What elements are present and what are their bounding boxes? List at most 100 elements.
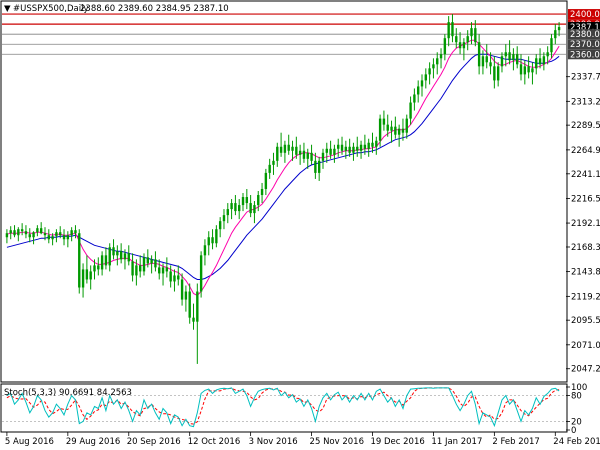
candle-body-94 [363, 144, 367, 149]
candle-body-6 [28, 234, 31, 238]
candle-body-53 [207, 237, 210, 246]
candle-body-98 [378, 118, 382, 141]
candle-body-93 [359, 144, 363, 151]
candle-body-79 [306, 152, 309, 159]
level-label-3: 2380.00 [570, 30, 600, 40]
candle-body-59 [230, 203, 233, 210]
time-tick-label-2: 20 Sep 2016 [127, 437, 181, 447]
candle-body-23 [93, 265, 96, 272]
candle-body-39 [154, 259, 157, 268]
price-tick-label-7: 2289.50 [571, 121, 600, 131]
candle-body-2 [13, 230, 16, 236]
price-tick-label-17: 2047.20 [571, 365, 600, 375]
candle-body-97 [375, 140, 378, 147]
candle-body-105 [405, 118, 408, 133]
candle-body-78 [302, 150, 306, 159]
candle-body-72 [279, 146, 283, 153]
candle-body-106 [409, 102, 412, 119]
time-tick-label-3: 12 Oct 2016 [188, 437, 241, 447]
time-axis: 5 Aug 2016 29 Aug 2016 20 Sep 2016 12 Oct 2… [5, 432, 600, 447]
candle-body-142 [546, 52, 549, 57]
candle-body-18 [74, 230, 77, 234]
price-tick-label-9: 2241.10 [571, 170, 600, 180]
stoch-label: Stoch(5,3,3) 90.6691 84.2563 [4, 388, 132, 398]
time-tick-label-6: 19 Dec 2016 [370, 437, 424, 447]
candle-body-34 [135, 265, 138, 276]
price-tick-label-12: 2168.30 [571, 243, 600, 253]
candle-body-138 [531, 68, 534, 73]
candle-body-123 [474, 28, 477, 43]
candle-body-16 [66, 235, 70, 240]
candle-body-131 [504, 52, 507, 57]
candle-body-77 [298, 150, 302, 155]
candle-body-103 [397, 128, 401, 135]
candle-body-25 [100, 255, 104, 270]
candle-body-104 [401, 128, 405, 133]
candle-body-96 [371, 142, 374, 147]
candle-body-60 [234, 203, 237, 212]
candle-body-49 [192, 317, 195, 322]
candle-body-64 [249, 203, 252, 214]
candle-body-139 [535, 58, 538, 69]
price-axis: 2400.002390.002387.102380.002370.002360.… [566, 9, 600, 375]
candle-body-11 [47, 235, 50, 240]
candle-body-133 [512, 54, 515, 61]
candle-body-29 [116, 251, 119, 256]
candle-body-67 [260, 188, 264, 196]
candle-body-130 [500, 56, 504, 67]
candle-body-115 [443, 38, 447, 55]
price-tick-label-5: 2337.70 [571, 73, 600, 83]
candle-body-47 [184, 291, 188, 300]
candle-body-84 [325, 148, 328, 153]
candle-body-112 [432, 64, 435, 69]
candle-body-73 [283, 144, 287, 153]
candle-body-83 [321, 152, 325, 161]
candle-body-132 [508, 52, 511, 61]
candle-body-30 [119, 251, 123, 260]
candle-body-35 [138, 265, 142, 272]
candle-body-95 [367, 142, 370, 149]
candle-body-127 [489, 62, 492, 67]
candle-body-27 [108, 247, 111, 266]
candle-body-87 [337, 144, 340, 149]
candle-body-117 [451, 22, 454, 37]
candle-body-31 [123, 253, 127, 260]
candle-body-70 [272, 160, 275, 165]
level-label-5: 2360.00 [570, 50, 600, 60]
price-tick-label-13: 2143.80 [571, 268, 600, 278]
candle-body-21 [85, 269, 89, 280]
candle-body-50 [196, 291, 199, 322]
candle-body-100 [386, 124, 389, 131]
candle-body-144 [554, 30, 557, 39]
candle-body-128 [493, 66, 496, 81]
candle-body-99 [382, 118, 386, 125]
candle-body-46 [180, 279, 184, 300]
time-tick-label-7: 11 Jan 2017 [431, 437, 482, 447]
candle-body-9 [39, 228, 43, 234]
chart-dropdown-icon[interactable]: ▼ [4, 4, 11, 14]
candle-body-48 [188, 291, 191, 318]
candle-body-5 [24, 231, 28, 235]
candle-body-107 [413, 94, 416, 103]
candle-body-101 [390, 126, 393, 131]
candle-body-44 [173, 275, 176, 282]
candle-body-81 [314, 160, 317, 173]
candle-body-17 [70, 230, 73, 236]
candle-body-0 [5, 233, 9, 238]
price-tick-label-8: 2264.90 [571, 146, 600, 156]
candle-body-80 [310, 152, 313, 161]
candle-body-54 [211, 237, 214, 244]
candle-body-90 [348, 146, 351, 153]
candle-body-63 [245, 197, 249, 204]
candle-body-52 [203, 245, 207, 256]
time-tick-label-0: 5 Aug 2016 [5, 437, 54, 447]
candle-body-113 [436, 58, 439, 65]
candle-body-38 [150, 259, 153, 264]
candle-body-4 [20, 229, 24, 232]
candle-body-65 [253, 205, 256, 214]
candle-body-62 [241, 197, 245, 206]
level-label-0: 2400.00 [570, 10, 600, 20]
time-tick-label-9: 24 Feb 2017 [553, 437, 600, 447]
candle-body-124 [477, 42, 481, 67]
candle-body-141 [542, 56, 546, 65]
